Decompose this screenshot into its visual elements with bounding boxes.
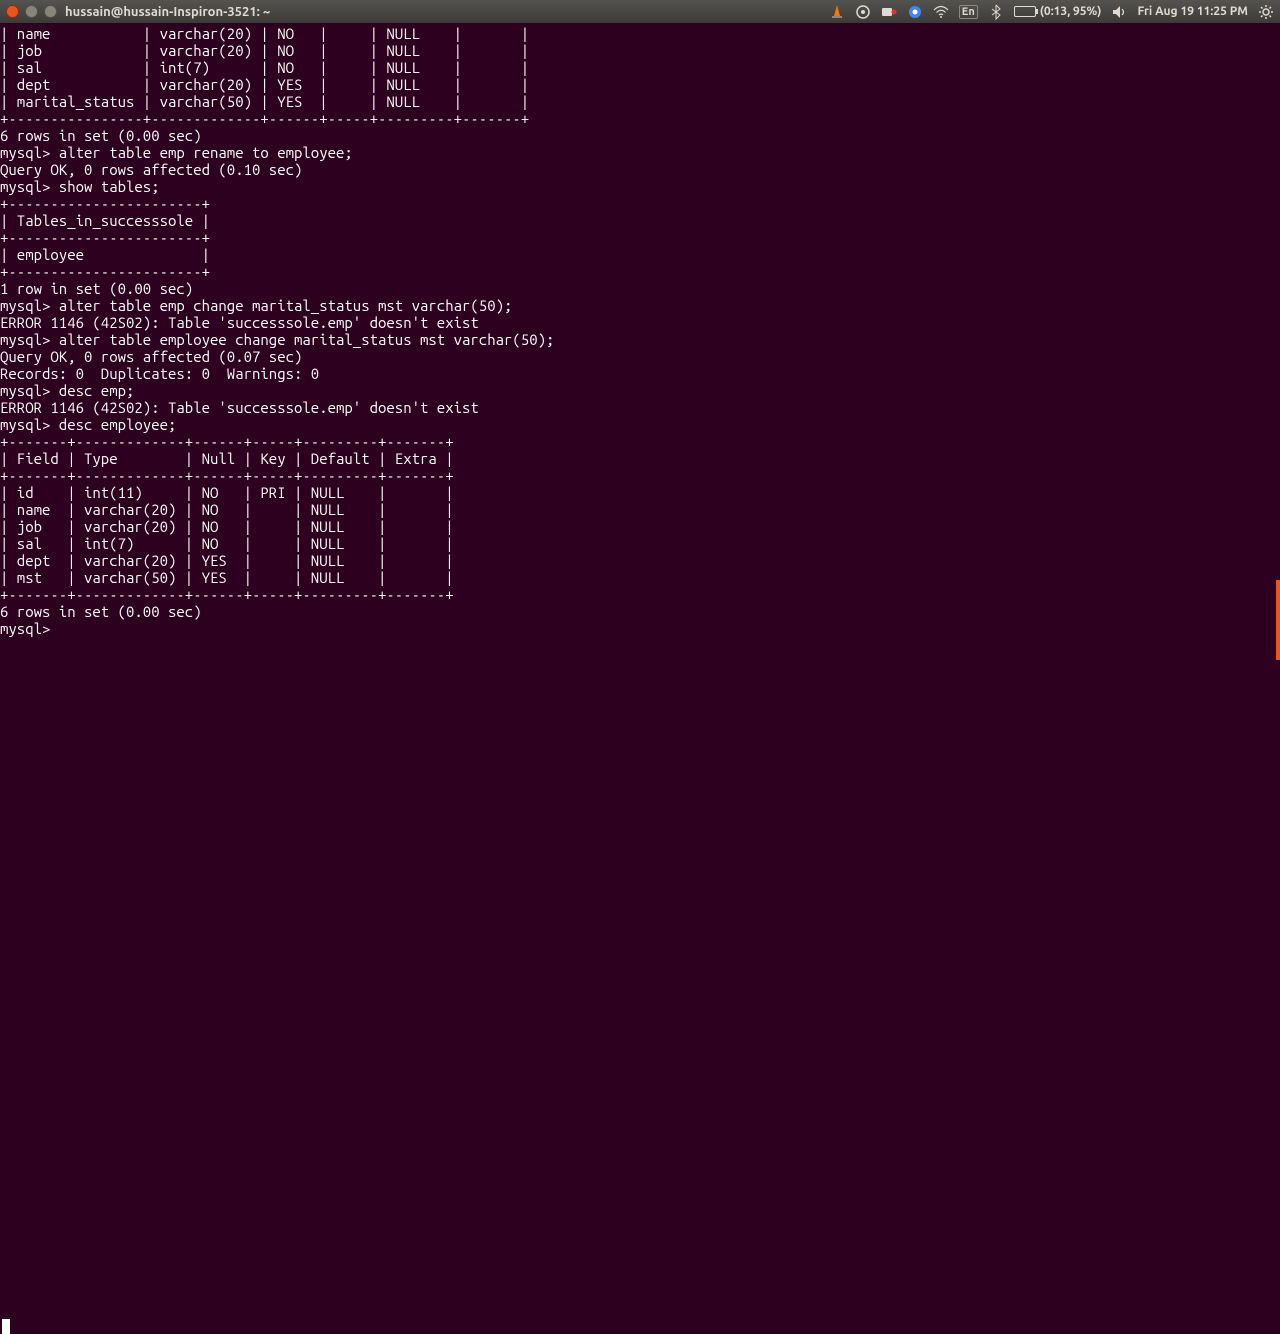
chrome-icon[interactable]: [907, 4, 923, 20]
maximize-button[interactable]: [44, 5, 57, 18]
window-title: hussain@hussain-Inspiron-3521: ~: [65, 5, 270, 19]
window-buttons: [6, 5, 57, 18]
terminal-output[interactable]: | name | varchar(20) | NO | | NULL | | |…: [0, 23, 1280, 1334]
cursor: [2, 1319, 10, 1334]
titlebar: hussain@hussain-Inspiron-3521: ~ En (0:1…: [0, 0, 1280, 23]
app-indicator-icon[interactable]: [855, 4, 871, 20]
record-icon[interactable]: [881, 4, 897, 20]
wifi-icon[interactable]: [933, 4, 949, 20]
clock[interactable]: Fri Aug 19 11:25 PM: [1137, 5, 1248, 18]
bluetooth-icon[interactable]: [988, 4, 1004, 20]
keyboard-indicator[interactable]: En: [959, 5, 978, 19]
gear-icon[interactable]: [1258, 4, 1274, 20]
system-tray: En (0:13, 95%) Fri Aug 19 11:25 PM: [829, 4, 1274, 20]
volume-icon[interactable]: [1111, 4, 1127, 20]
close-button[interactable]: [6, 5, 19, 18]
minimize-button[interactable]: [25, 5, 38, 18]
battery-indicator[interactable]: (0:13, 95%): [1014, 5, 1102, 18]
launcher-edge: [1276, 580, 1280, 660]
vlc-icon[interactable]: [829, 4, 845, 20]
battery-text: (0:13, 95%): [1040, 5, 1102, 18]
